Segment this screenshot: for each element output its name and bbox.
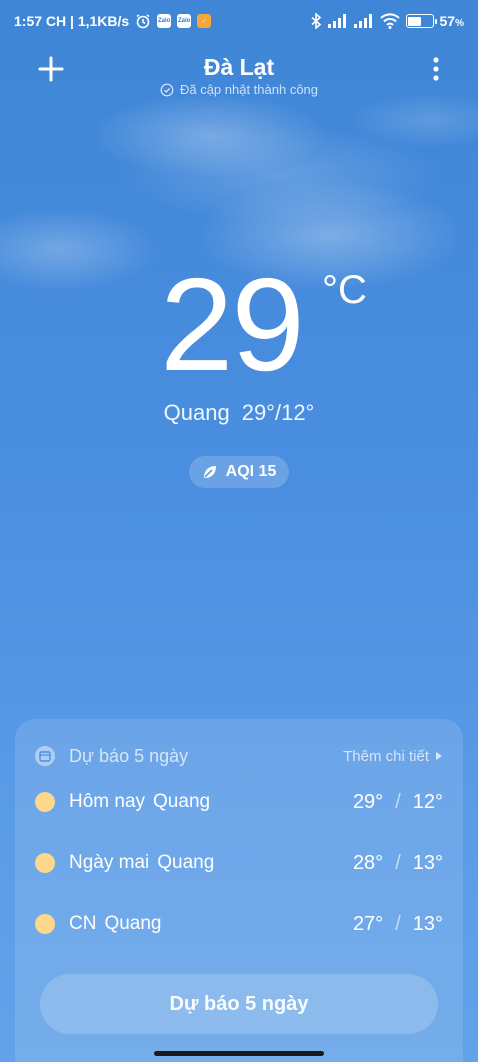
forecast-low: 13° (412, 851, 443, 874)
update-status: Đã cập nhật thành công (0, 82, 478, 97)
forecast-header: Dự báo 5 ngày Thêm chi tiết (35, 743, 443, 769)
forecast-day: Hôm nay (69, 791, 146, 812)
forecast-row-sunday[interactable]: CN Quang 27° / 13° (35, 909, 443, 939)
app-icon: ✓ (197, 14, 212, 28)
header: Đà Lạt Đã cập nhật thành công (0, 48, 478, 108)
high-low-text: 29°/12° (241, 400, 315, 425)
zalo-icon: Zalo (157, 14, 172, 28)
status-time-speed: 1:57 CH | 1,1KB/s (14, 13, 130, 29)
battery-icon (405, 14, 437, 28)
temp-separator: / (395, 851, 401, 874)
forecast-day: Ngày mai (69, 852, 150, 873)
current-temperature: 29 °C (0, 250, 478, 400)
forecast-condition: Quang (153, 791, 211, 812)
sun-icon (35, 914, 55, 934)
forecast-low: 13° (412, 912, 443, 935)
five-day-forecast-button[interactable]: Dự báo 5 ngày (40, 974, 438, 1034)
forecast-card: Dự báo 5 ngày Thêm chi tiết Hôm nay Quan… (15, 719, 463, 1062)
forecast-title: Dự báo 5 ngày (69, 745, 189, 766)
temperature-unit: °C (322, 268, 367, 312)
more-details-label: Thêm chi tiết (343, 747, 429, 765)
bluetooth-icon (310, 13, 322, 29)
forecast-condition: Quang (157, 852, 215, 873)
forecast-row-today[interactable]: Hôm nay Quang 29° / 12° (35, 787, 443, 817)
city-name: Đà Lạt (203, 54, 275, 80)
forecast-high: 29° (352, 790, 384, 813)
condition-text: Quang (163, 400, 230, 425)
forecast-row-tomorrow[interactable]: Ngày mai Quang 28° / 13° (35, 848, 443, 878)
forecast-high: 28° (352, 851, 384, 874)
update-status-text: Đã cập nhật thành công (179, 82, 319, 97)
status-bar: 1:57 CH | 1,1KB/s Zalo Zalo ✓ 57% (0, 0, 478, 42)
forecast-condition: Quang (104, 913, 162, 934)
battery-percent: 57% (439, 13, 464, 29)
forecast-low: 12° (412, 790, 443, 813)
condition-summary: Quang 29°/12° (0, 400, 478, 426)
more-vertical-icon (433, 57, 439, 81)
calendar-icon (35, 746, 55, 766)
signal-icon (327, 14, 348, 28)
sun-icon (35, 853, 55, 873)
temp-separator: / (395, 912, 401, 935)
forecast-day: CN (69, 913, 97, 934)
sun-icon (35, 792, 55, 812)
temperature-value: 29 (160, 251, 305, 398)
temp-separator: / (395, 790, 401, 813)
alarm-icon (135, 13, 151, 29)
wifi-icon (379, 13, 400, 29)
signal-icon (353, 14, 374, 28)
aqi-text: AQI 15 (225, 463, 277, 480)
more-details-link[interactable]: Thêm chi tiết (343, 748, 443, 765)
check-circle-icon (160, 83, 174, 96)
more-options-button[interactable] (426, 52, 446, 86)
leaf-icon (203, 466, 216, 478)
forecast-high: 27° (352, 912, 384, 935)
aqi-badge[interactable]: AQI 15 (189, 456, 289, 488)
caret-right-icon (436, 752, 442, 760)
home-indicator[interactable] (154, 1051, 324, 1056)
zalo-icon: Zalo (177, 14, 192, 28)
